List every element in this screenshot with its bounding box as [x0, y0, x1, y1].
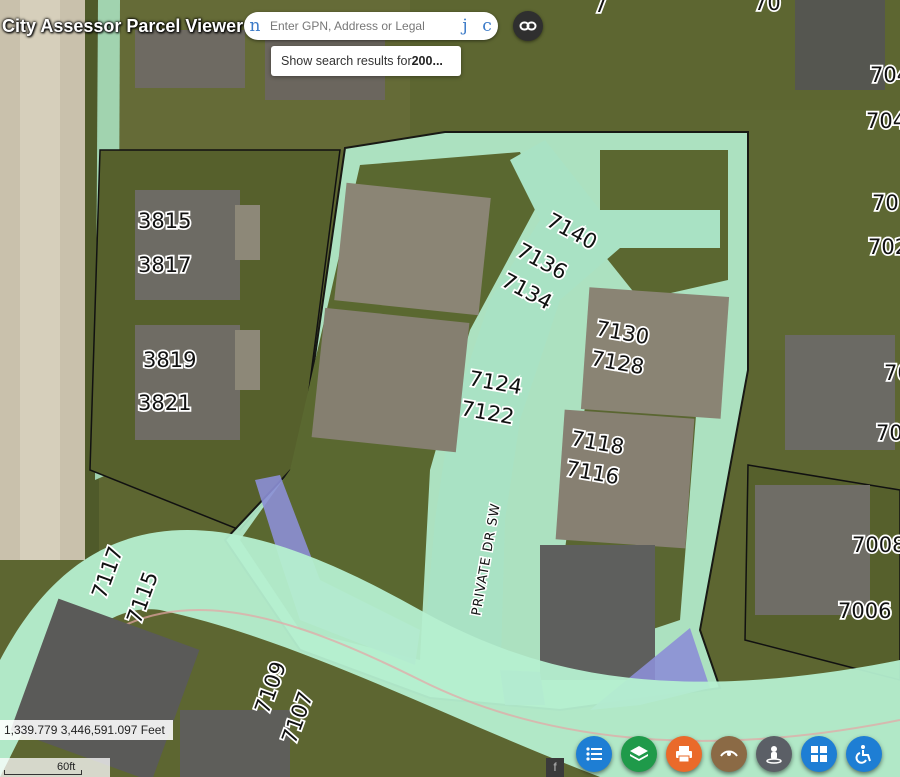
grid-button[interactable] — [801, 736, 837, 772]
scale-label: 60ft — [57, 761, 76, 773]
measure-icon — [719, 744, 739, 764]
search-mode-icon[interactable]: n — [244, 16, 266, 36]
clear-icon[interactable]: c — [476, 16, 498, 36]
list-icon — [584, 744, 604, 764]
print-icon — [674, 744, 694, 764]
coordinate-readout: 1,339.779 3,446,591.097 Feet — [0, 720, 173, 740]
address-label: 70 — [754, 0, 781, 15]
layers-icon — [629, 744, 649, 764]
address-label: 70 — [872, 191, 899, 215]
measure-button[interactable] — [711, 736, 747, 772]
address-label: 704 — [866, 109, 900, 133]
building — [540, 545, 655, 680]
address-label: 3817 — [138, 253, 191, 277]
search-input[interactable] — [266, 19, 454, 33]
building — [135, 325, 240, 440]
aerial-map[interactable]: 7140713671347130712871247122711871163815… — [0, 0, 900, 777]
building — [311, 307, 470, 453]
layers-button[interactable] — [621, 736, 657, 772]
address-label: 70 — [876, 421, 900, 445]
app-title: City Assessor Parcel Viewer — [2, 15, 244, 36]
list-button[interactable] — [576, 736, 612, 772]
share-link-button[interactable] — [513, 11, 543, 41]
address-label: 3819 — [143, 348, 196, 372]
address-label: 7006 — [838, 599, 891, 623]
suggestion-prefix: Show search results for — [281, 54, 412, 68]
street-view-button[interactable] — [756, 736, 792, 772]
print-button[interactable] — [666, 736, 702, 772]
street-view-icon — [764, 744, 784, 764]
address-label: 7 — [594, 0, 607, 17]
address-label: 7008 — [852, 533, 900, 557]
building — [135, 190, 240, 300]
scale-bar: 60ft — [0, 758, 110, 777]
building — [180, 710, 290, 777]
title-bar: City Assessor Parcel Viewer — [0, 8, 243, 44]
address-label: 704 — [870, 63, 900, 87]
accessibility-button[interactable] — [846, 736, 882, 772]
locate-icon[interactable]: j — [454, 16, 476, 36]
address-label: 3815 — [138, 209, 191, 233]
grid-icon — [809, 744, 829, 764]
address-label: 3821 — [138, 391, 191, 415]
search-bar[interactable]: n j c — [244, 12, 498, 40]
building — [334, 182, 491, 316]
link-icon — [519, 21, 537, 31]
address-label: 702 — [868, 235, 900, 259]
address-label: 70 — [884, 361, 900, 385]
toolbar-stub[interactable]: f — [546, 758, 564, 777]
accessibility-icon — [854, 744, 874, 764]
suggestion-query: 200... — [411, 54, 443, 68]
search-suggestion[interactable]: Show search results for 200... — [271, 46, 461, 76]
